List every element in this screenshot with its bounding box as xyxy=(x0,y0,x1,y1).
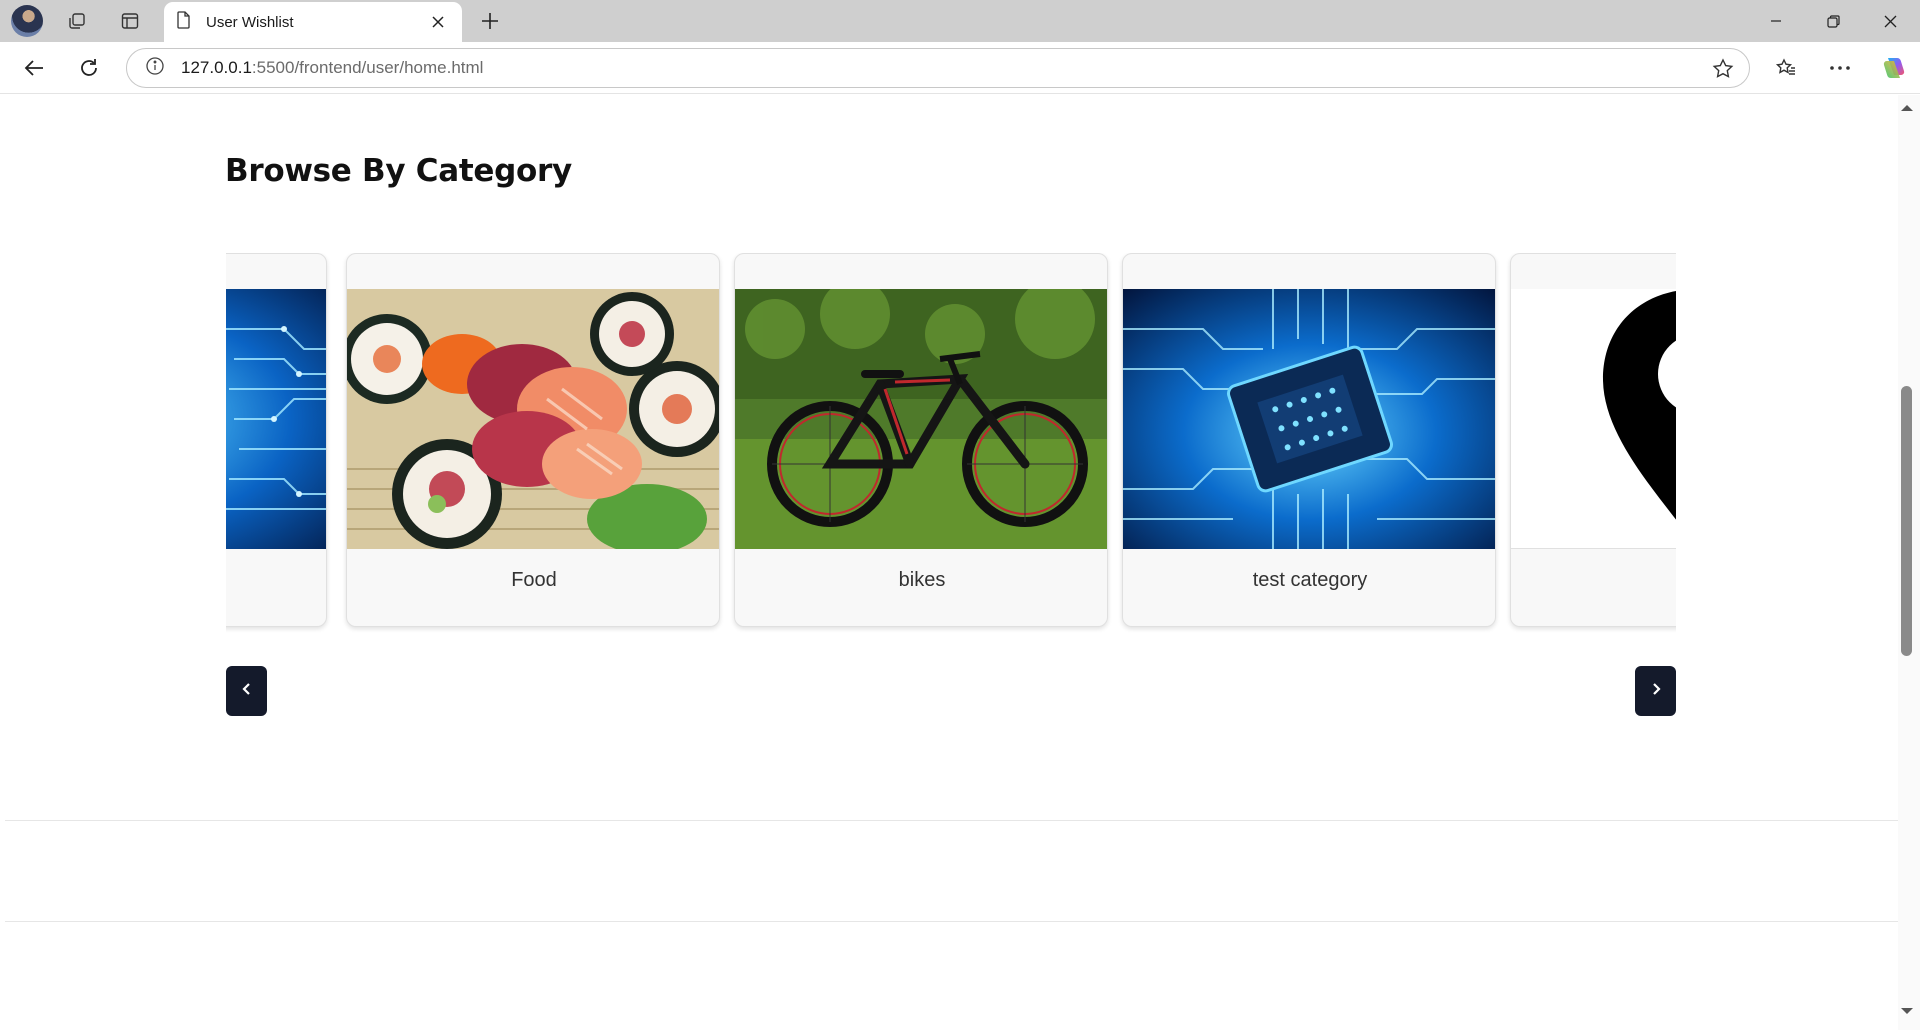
category-card-partial[interactable]: ne xyxy=(1510,253,1676,627)
section-title: Browse By Category xyxy=(225,153,572,189)
tab-actions-icon[interactable] xyxy=(112,4,148,38)
category-card-test[interactable]: test category xyxy=(1122,253,1496,627)
page-document-icon xyxy=(176,10,192,34)
address-bar[interactable]: 127.0.0.1:5500/frontend/user/home.html xyxy=(126,48,1750,88)
category-image-bike xyxy=(735,289,1107,549)
category-label: ne xyxy=(1511,569,1676,592)
minimize-icon[interactable] xyxy=(1748,0,1804,42)
profile-avatar[interactable] xyxy=(11,5,43,37)
category-card-food[interactable]: Food xyxy=(346,253,720,627)
section-divider xyxy=(5,820,1898,821)
page-content: Browse By Category Food bikes test categ… xyxy=(5,95,1898,1030)
carousel-prev-button[interactable] xyxy=(226,666,267,716)
category-image-circuit xyxy=(226,289,326,549)
carousel-next-button[interactable] xyxy=(1635,666,1676,716)
workspaces-icon[interactable] xyxy=(59,4,95,38)
close-window-icon[interactable] xyxy=(1862,0,1918,42)
navigation-bar: 127.0.0.1:5500/frontend/user/home.html xyxy=(0,42,1920,94)
tab-close-icon[interactable] xyxy=(426,10,450,34)
new-tab-icon[interactable] xyxy=(472,4,508,38)
category-card-bikes[interactable]: bikes xyxy=(734,253,1108,627)
browser-tab-strip: User Wishlist xyxy=(0,0,1920,42)
copilot-icon[interactable] xyxy=(1876,50,1912,86)
favorite-star-icon[interactable] xyxy=(1711,57,1735,81)
refresh-icon[interactable] xyxy=(71,50,107,86)
site-info-icon[interactable] xyxy=(145,56,165,81)
category-image-sushi xyxy=(347,289,719,549)
url-text[interactable]: 127.0.0.1:5500/frontend/user/home.html xyxy=(181,58,483,78)
back-icon[interactable] xyxy=(16,50,52,86)
chevron-right-icon xyxy=(1651,682,1661,700)
scrollbar-thumb[interactable] xyxy=(1901,386,1912,656)
favorites-icon[interactable] xyxy=(1768,50,1804,86)
chevron-left-icon xyxy=(241,682,252,700)
location-pin-icon xyxy=(1511,289,1676,549)
category-card[interactable] xyxy=(226,253,327,627)
scroll-up-icon[interactable] xyxy=(1899,100,1915,118)
scroll-down-icon[interactable] xyxy=(1899,1003,1915,1021)
tab-user-wishlist[interactable]: User Wishlist xyxy=(164,2,462,42)
restore-icon[interactable] xyxy=(1805,0,1861,42)
tab-title: User Wishlist xyxy=(206,13,294,31)
category-carousel[interactable]: Food bikes test category xyxy=(226,253,1676,633)
category-label: Food xyxy=(511,569,557,591)
section-divider xyxy=(5,921,1898,922)
category-label: test category xyxy=(1252,569,1368,591)
more-menu-icon[interactable] xyxy=(1822,50,1858,86)
category-label: bikes xyxy=(898,569,946,591)
category-image-circuit xyxy=(1123,289,1495,549)
